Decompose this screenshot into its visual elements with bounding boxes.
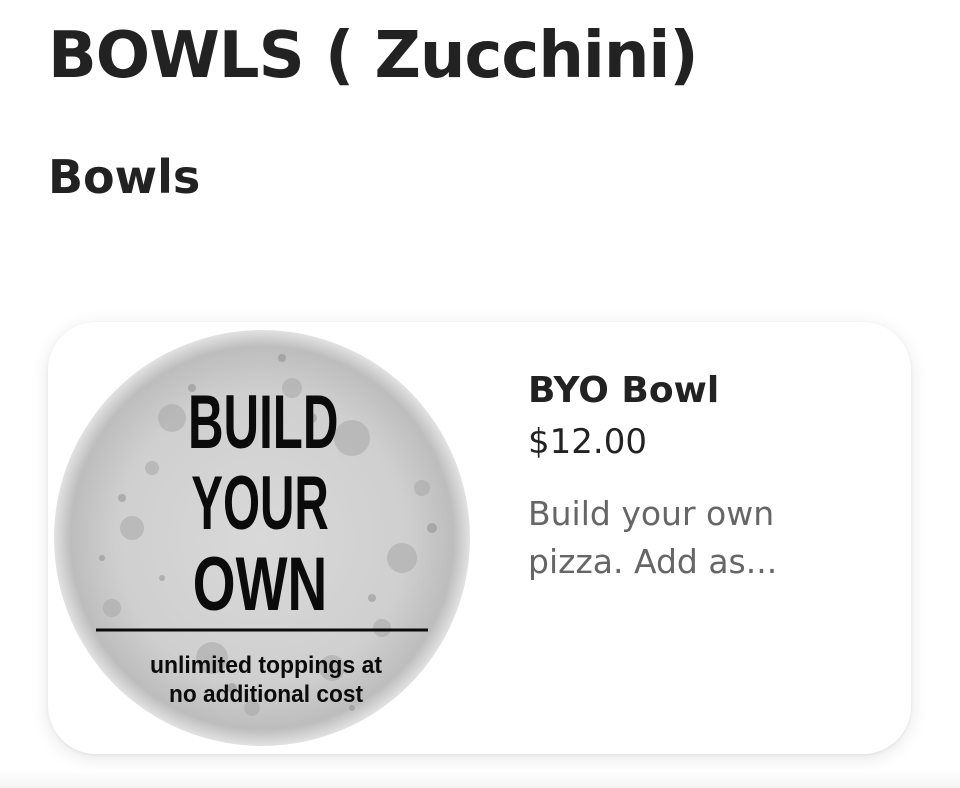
item-description: Build your own pizza. Add as...: [528, 494, 778, 581]
image-subtext-line2: no additional cost: [169, 681, 363, 708]
image-text-line2: YOUR: [191, 461, 329, 546]
image-text-line3: OWN: [193, 542, 327, 627]
image-subtext-line1: unlimited toppings at: [150, 652, 382, 679]
item-price: $12.00: [528, 422, 647, 462]
image-text-line1: BUILD: [188, 380, 338, 465]
pizza-image: BUILD YOUR OWN unlimited toppings at no …: [54, 330, 470, 746]
item-image: BUILD YOUR OWN unlimited toppings at no …: [52, 328, 472, 748]
menu-item-card[interactable]: BUILD YOUR OWN unlimited toppings at no …: [48, 322, 911, 754]
menu-page: BOWLS ( Zucchini) Bowls BUILD YOUR OWN u…: [0, 0, 960, 788]
item-name: BYO Bowl: [528, 370, 720, 411]
section-title: Bowls: [48, 150, 201, 204]
bottom-divider: [0, 770, 960, 788]
item-info: BYO Bowl $12.00 Build your own pizza. Ad…: [528, 366, 868, 586]
page-title: BOWLS ( Zucchini): [48, 19, 699, 93]
